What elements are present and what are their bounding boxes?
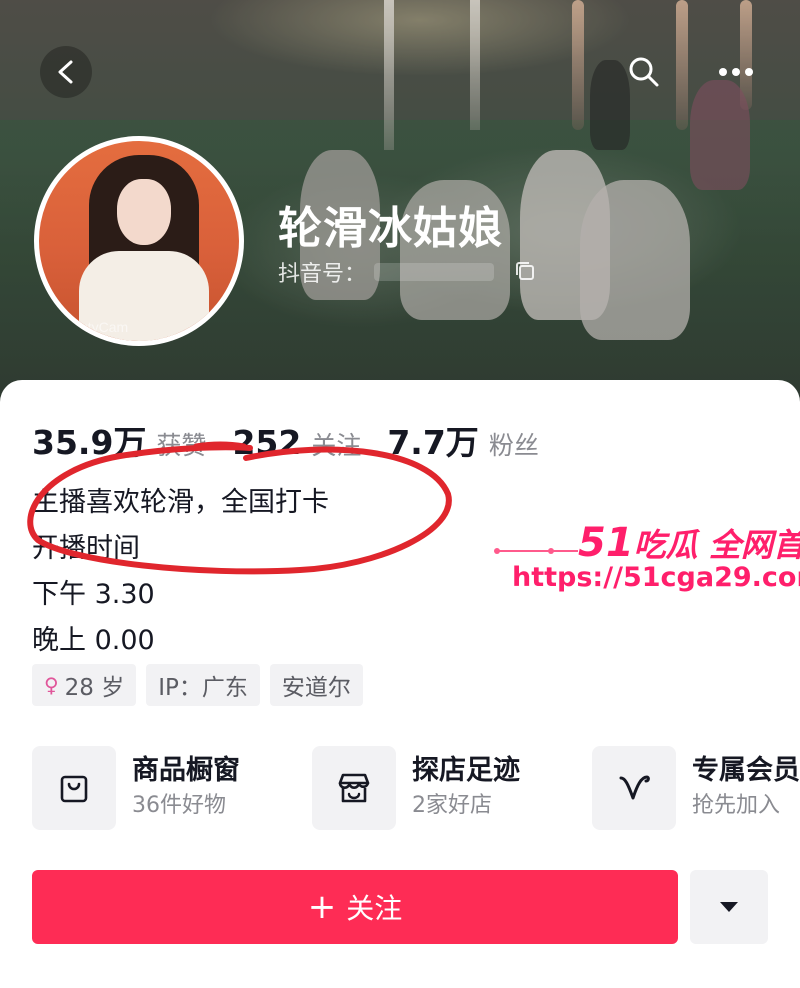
- more-options-button[interactable]: [710, 46, 762, 98]
- watermark-brand: 51吃瓜 全网首发: [578, 520, 800, 566]
- watermark-url: https://51cga29.com: [512, 562, 800, 593]
- search-icon: [629, 57, 659, 87]
- profile-tags: ♀ 28 岁 IP：广东 安道尔: [32, 664, 363, 706]
- service-title: 探店足迹: [412, 755, 520, 786]
- douyin-id: 抖音号：: [278, 256, 495, 288]
- bio-line: 晚上 0.00: [32, 625, 155, 656]
- caret-down-icon: [720, 902, 738, 912]
- recommend-dropdown-button[interactable]: [690, 870, 768, 944]
- profile-stats: 35.9万 获赞 252 关注 7.7万 粉丝: [32, 416, 539, 464]
- douyin-id-label: 抖音号：: [278, 262, 367, 287]
- service-product-window[interactable]: 商品橱窗 36件好物: [32, 746, 240, 830]
- watermark-brand-number: 51: [578, 520, 634, 566]
- stat-label: 获赞: [156, 431, 207, 460]
- tag-ip-text: IP：广东: [158, 675, 248, 701]
- tag-location-text: 安道尔: [281, 675, 351, 701]
- service-shop-visits[interactable]: 探店足迹 2家好店: [312, 746, 520, 830]
- profile-nickname: 轮滑冰姑娘: [278, 203, 503, 254]
- female-icon: ♀: [44, 673, 59, 697]
- avatar-watermark: BeautyCam: [55, 319, 129, 335]
- shopping-bag-icon: [32, 746, 116, 830]
- service-entries: 商品橱窗 36件好物 探店足迹 2家好店 专属会员 抢先加入: [32, 746, 800, 830]
- vip-v-icon: [592, 746, 676, 830]
- more-dots-icon: [719, 68, 753, 76]
- service-subtitle: 2家好店: [412, 793, 492, 818]
- service-title: 商品橱窗: [132, 755, 240, 786]
- chevron-left-icon: [58, 60, 73, 84]
- service-subtitle: 抢先加入: [692, 793, 781, 818]
- profile-bio: 主播喜欢轮滑，全国打卡 开播时间 下午 3.30 晚上 0.00: [32, 480, 329, 664]
- douyin-id-redacted: [374, 263, 495, 281]
- bio-line: 开播时间: [32, 533, 140, 564]
- stat-value: 35.9万: [32, 423, 147, 462]
- plus-icon: +: [307, 887, 337, 927]
- stat-value: 252: [232, 423, 302, 462]
- stat-label: 关注: [311, 431, 362, 460]
- profile-card: 35.9万 获赞 252 关注 7.7万 粉丝 主播喜欢轮滑，全国打卡 开播时间…: [0, 380, 800, 988]
- storefront-icon: [312, 746, 396, 830]
- tag-age: ♀ 28 岁: [32, 664, 137, 706]
- follow-button-label: 关注: [346, 892, 403, 925]
- stat-label: 粉丝: [488, 431, 539, 460]
- follow-button[interactable]: + 关注: [32, 870, 678, 944]
- avatar[interactable]: BeautyCam: [34, 136, 244, 346]
- service-title: 专属会员: [692, 755, 800, 786]
- stat-following[interactable]: 252 关注: [232, 423, 361, 462]
- watermark-brand-text: 吃瓜 全网首发: [633, 526, 800, 564]
- service-membership[interactable]: 专属会员 抢先加入: [592, 746, 800, 830]
- stat-value: 7.7万: [387, 423, 479, 462]
- stat-likes[interactable]: 35.9万 获赞: [32, 416, 206, 464]
- back-button[interactable]: [40, 46, 92, 98]
- service-subtitle: 36件好物: [132, 793, 226, 818]
- tag-age-text: 28 岁: [64, 675, 125, 701]
- watermark-line: [498, 550, 578, 552]
- bio-line: 下午 3.30: [32, 579, 155, 610]
- bio-line: 主播喜欢轮滑，全国打卡: [32, 487, 329, 518]
- copy-icon[interactable]: [514, 260, 536, 282]
- search-button[interactable]: [618, 46, 670, 98]
- tag-ip: IP：广东: [146, 664, 260, 706]
- stat-followers[interactable]: 7.7万 粉丝: [387, 416, 538, 464]
- tag-location[interactable]: 安道尔: [269, 664, 363, 706]
